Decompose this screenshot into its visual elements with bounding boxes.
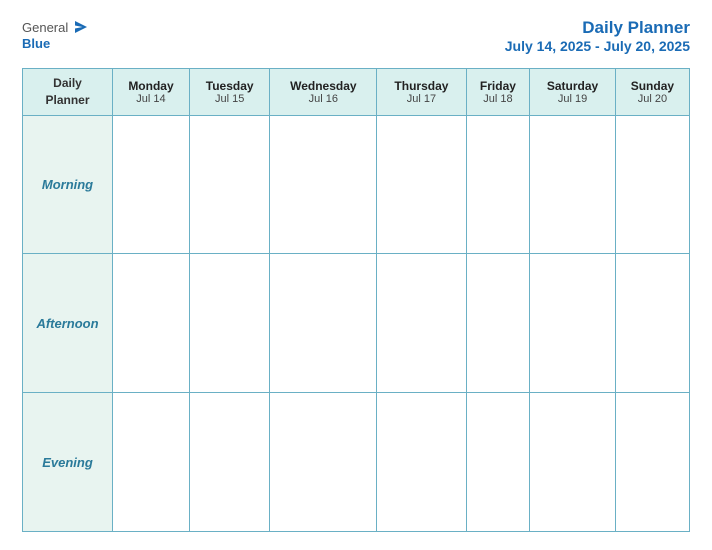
evening-tuesday-cell[interactable] [189, 393, 269, 532]
col-header-friday: Friday Jul 18 [466, 69, 530, 116]
day-name-friday: Friday [471, 79, 526, 93]
morning-saturday-cell[interactable] [530, 115, 615, 254]
morning-tuesday-cell[interactable] [189, 115, 269, 254]
evening-wednesday-cell[interactable] [270, 393, 377, 532]
afternoon-friday-cell[interactable] [466, 254, 530, 393]
day-name-tuesday: Tuesday [194, 79, 265, 93]
morning-row: Morning [23, 115, 690, 254]
corner-line1: Daily [53, 76, 82, 90]
col-header-thursday: Thursday Jul 17 [377, 69, 466, 116]
afternoon-monday-cell[interactable] [113, 254, 190, 393]
afternoon-label: Afternoon [23, 254, 113, 393]
day-date-saturday: Jul 19 [534, 93, 610, 105]
col-header-wednesday: Wednesday Jul 16 [270, 69, 377, 116]
day-date-tuesday: Jul 15 [194, 93, 265, 105]
morning-label: Morning [23, 115, 113, 254]
day-date-friday: Jul 18 [471, 93, 526, 105]
day-name-sunday: Sunday [620, 79, 685, 93]
planner-table: Daily Planner Monday Jul 14 Tuesday Jul … [22, 68, 690, 532]
afternoon-row: Afternoon [23, 254, 690, 393]
evening-saturday-cell[interactable] [530, 393, 615, 532]
day-name-monday: Monday [117, 79, 185, 93]
date-range: July 14, 2025 - July 20, 2025 [505, 38, 690, 54]
col-header-monday: Monday Jul 14 [113, 69, 190, 116]
table-corner-header: Daily Planner [23, 69, 113, 116]
day-name-saturday: Saturday [534, 79, 610, 93]
logo-blue-text: Blue [22, 36, 50, 51]
morning-wednesday-cell[interactable] [270, 115, 377, 254]
logo: General Blue [22, 18, 90, 51]
evening-friday-cell[interactable] [466, 393, 530, 532]
day-name-wednesday: Wednesday [274, 79, 372, 93]
logo-general-text: General [22, 20, 68, 35]
col-header-saturday: Saturday Jul 19 [530, 69, 615, 116]
afternoon-saturday-cell[interactable] [530, 254, 615, 393]
morning-sunday-cell[interactable] [615, 115, 689, 254]
afternoon-sunday-cell[interactable] [615, 254, 689, 393]
day-date-sunday: Jul 20 [620, 93, 685, 105]
corner-line2: Planner [45, 93, 89, 107]
morning-monday-cell[interactable] [113, 115, 190, 254]
col-header-sunday: Sunday Jul 20 [615, 69, 689, 116]
blue-arrow-icon [72, 18, 90, 36]
evening-row: Evening [23, 393, 690, 532]
morning-thursday-cell[interactable] [377, 115, 466, 254]
evening-monday-cell[interactable] [113, 393, 190, 532]
evening-thursday-cell[interactable] [377, 393, 466, 532]
page-header: General Blue Daily Planner July 14, 2025… [22, 18, 690, 54]
day-date-thursday: Jul 17 [381, 93, 461, 105]
col-header-tuesday: Tuesday Jul 15 [189, 69, 269, 116]
afternoon-thursday-cell[interactable] [377, 254, 466, 393]
page-title: Daily Planner [505, 18, 690, 38]
evening-sunday-cell[interactable] [615, 393, 689, 532]
morning-friday-cell[interactable] [466, 115, 530, 254]
day-date-wednesday: Jul 16 [274, 93, 372, 105]
title-block: Daily Planner July 14, 2025 - July 20, 2… [505, 18, 690, 54]
day-name-thursday: Thursday [381, 79, 461, 93]
day-date-monday: Jul 14 [117, 93, 185, 105]
afternoon-tuesday-cell[interactable] [189, 254, 269, 393]
afternoon-wednesday-cell[interactable] [270, 254, 377, 393]
evening-label: Evening [23, 393, 113, 532]
